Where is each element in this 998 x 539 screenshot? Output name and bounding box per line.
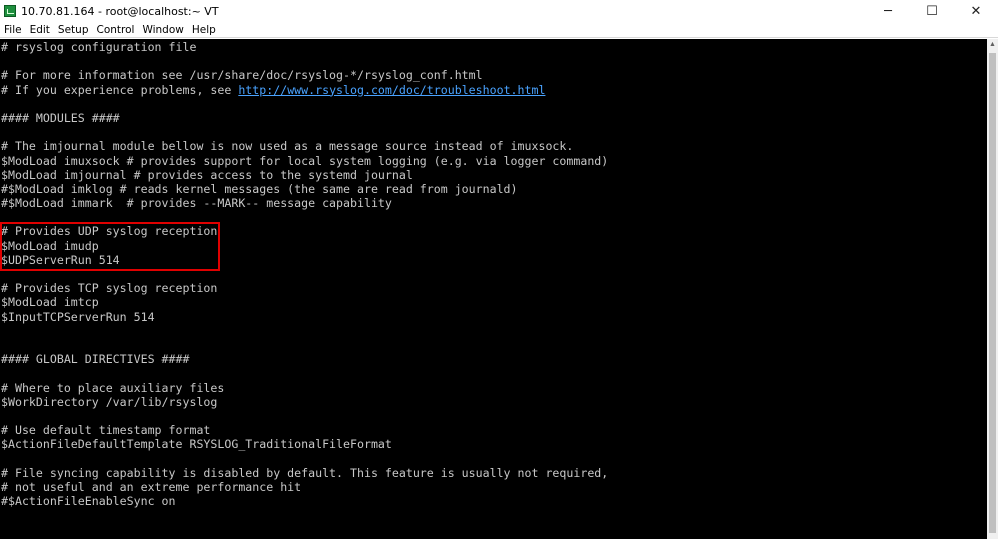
terminal-line: # Where to place auxiliary files [1,381,608,395]
chevron-up-icon[interactable]: ▲ [987,39,998,50]
terminal-line-text: # If you experience problems, see [1,82,239,97]
terminal-line-text: # For more information see /usr/share/do… [1,68,483,83]
terminal-line-text: #$ActionFileEnableSync on [1,494,176,508]
terminal-line: $InputTCPServerRun 514 [1,310,608,324]
terminal-line-text: $InputTCPServerRun 514 [1,309,155,324]
vertical-scrollbar[interactable]: ▲ [987,39,998,539]
maximize-button[interactable]: ☐ [910,0,954,22]
terminal-line-text: $ModLoad imtcp [1,295,99,310]
terminal-line: $ModLoad imtcp [1,295,608,309]
terminal-line-text: $WorkDirectory /var/lib/rsyslog [1,394,218,409]
terminal-line: # not useful and an extreme performance … [1,480,608,494]
terminal-line-text: $ModLoad imuxsock # provides support for… [1,153,609,168]
terminal-line: #$ModLoad imklog # reads kernel messages… [1,182,608,196]
menu-help[interactable]: Help [188,22,220,38]
terminal-line: # If you experience problems, see http:/… [1,83,608,97]
terminal-line-text: # File syncing capability is disabled by… [1,465,609,480]
menu-window[interactable]: Window [138,22,187,38]
terminal-line: # Use default timestamp format [1,423,608,437]
minimize-button[interactable]: ─ [866,0,910,22]
terminal-line: #### GLOBAL DIRECTIVES #### [1,352,608,366]
terminal-line-text: # Provides TCP syslog reception [1,281,218,296]
terminal-line: # rsyslog configuration file [1,40,608,54]
terminal-line: $ModLoad imuxsock # provides support for… [1,154,608,168]
menu-file[interactable]: File [0,22,26,38]
terminal-line: # The imjournal module bellow is now use… [1,139,608,153]
window-title: 10.70.81.164 - root@localhost:~ VT [21,4,219,18]
menu-edit[interactable]: Edit [26,22,54,38]
terminal-line: # File syncing capability is disabled by… [1,466,608,480]
terminal-line: #### MODULES #### [1,111,608,125]
window-controls: ─ ☐ ✕ [866,0,998,22]
title-bar: 10.70.81.164 - root@localhost:~ VT ─ ☐ ✕ [0,0,998,22]
terminal-line-text: #### GLOBAL DIRECTIVES #### [1,352,190,367]
terminal-line: # Provides TCP syslog reception [1,281,608,295]
terminal-line: $ModLoad imjournal # provides access to … [1,168,608,182]
terminal-line-text: $ActionFileDefaultTemplate RSYSLOG_Tradi… [1,437,392,452]
terminal-line-text: #### MODULES #### [1,110,120,125]
troubleshoot-link[interactable]: http://www.rsyslog.com/doc/troubleshoot.… [238,83,545,97]
scrollbar-thumb[interactable] [989,53,996,533]
terminal-screen[interactable]: # rsyslog configuration file # For more i… [0,39,987,539]
terminal-text: # rsyslog configuration file # For more i… [1,40,608,508]
terminal-line: # For more information see /usr/share/do… [1,68,608,82]
terminal-line-text: #$ModLoad immark # provides --MARK-- mes… [1,196,392,211]
menu-setup[interactable]: Setup [54,22,93,38]
terminal-line-text: $ModLoad imjournal # provides access to … [1,167,413,182]
terminal-line-text: #$ModLoad imklog # reads kernel messages… [1,181,518,196]
terminal-line: $ActionFileDefaultTemplate RSYSLOG_Tradi… [1,437,608,451]
terminal-line-text: # rsyslog configuration file [1,40,197,54]
terminal-line-text: # Use default timestamp format [1,423,211,438]
terminal-line: #$ModLoad immark # provides --MARK-- mes… [1,196,608,210]
teraterm-icon [4,5,16,17]
udp-highlight-box [0,222,220,271]
terminal-line-text: # not useful and an extreme performance … [1,479,302,494]
close-button[interactable]: ✕ [954,0,998,22]
menu-bar: File Edit Setup Control Window Help [0,22,998,38]
terminal-line-text: # The imjournal module bellow is now use… [1,139,574,154]
terminal-line: #$ActionFileEnableSync on [1,494,608,508]
terminal-line: $WorkDirectory /var/lib/rsyslog [1,395,608,409]
menu-control[interactable]: Control [92,22,138,38]
terminal-line-text: # Where to place auxiliary files [1,380,225,395]
